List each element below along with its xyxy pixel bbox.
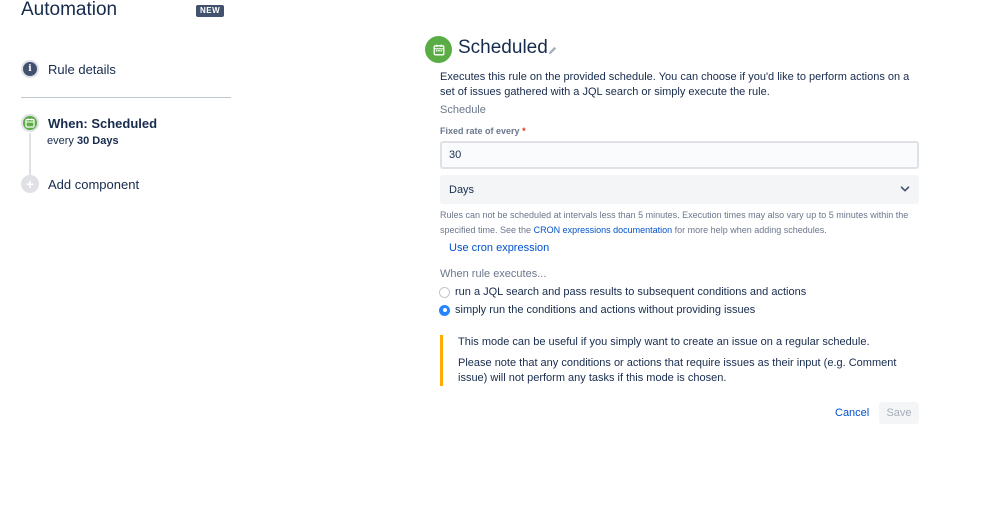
new-badge: NEW bbox=[196, 5, 225, 17]
cron-docs-link[interactable]: CRON expressions documentation bbox=[534, 225, 673, 235]
unit-select[interactable]: Days bbox=[440, 175, 919, 204]
radio-option-no-issues[interactable]: simply run the conditions and actions wi… bbox=[439, 304, 755, 316]
info-note: This mode can be useful if you simply wa… bbox=[440, 335, 920, 386]
trigger-summary-prefix: every bbox=[47, 135, 74, 147]
note-line-1: This mode can be useful if you simply wa… bbox=[458, 336, 870, 348]
add-component-label: Add component bbox=[48, 176, 140, 192]
panel-title: Scheduled bbox=[458, 37, 548, 58]
left-divider bbox=[21, 97, 231, 98]
unit-select-value: Days bbox=[449, 183, 475, 196]
nav-trigger-title: When: Scheduled bbox=[48, 115, 158, 131]
radio-option-label: simply run the conditions and actions wi… bbox=[455, 304, 756, 316]
help-text-part-2: for more help when adding schedules. bbox=[674, 225, 827, 235]
rate-input[interactable] bbox=[440, 141, 919, 169]
nav-rule-details-label: Rule details bbox=[48, 61, 116, 77]
radio-button[interactable] bbox=[439, 286, 450, 298]
trigger-summary-value: 30 Days bbox=[76, 135, 119, 147]
nav-rule-details[interactable]: i Rule details bbox=[21, 60, 116, 78]
nav-trigger-scheduled[interactable]: When: Scheduled bbox=[21, 114, 157, 132]
step-connector bbox=[29, 133, 31, 176]
panel-description: Executes this rule on the provided sched… bbox=[440, 71, 910, 98]
calendar-icon bbox=[425, 36, 452, 63]
chevron-down-icon bbox=[900, 181, 910, 199]
radio-option-jql[interactable]: run a JQL search and pass results to sub… bbox=[439, 286, 806, 298]
cancel-button[interactable]: Cancel bbox=[827, 402, 877, 424]
rate-field-label-text: Fixed rate of every bbox=[440, 126, 520, 136]
radio-button-selected[interactable] bbox=[439, 304, 450, 316]
add-component-button[interactable]: + Add component bbox=[21, 175, 139, 193]
note-line-2: Please note that any conditions or actio… bbox=[458, 357, 897, 384]
use-cron-expression-link[interactable]: Use cron expression bbox=[449, 242, 549, 254]
schedule-help-text: Rules can not be scheduled at intervals … bbox=[440, 208, 920, 238]
schedule-section-label: Schedule bbox=[440, 104, 486, 116]
plus-icon: + bbox=[21, 175, 39, 193]
calendar-icon bbox=[21, 114, 39, 132]
required-mark: * bbox=[522, 126, 526, 136]
pencil-icon[interactable] bbox=[547, 43, 558, 61]
save-button[interactable]: Save bbox=[879, 402, 919, 424]
execute-mode-label: When rule executes... bbox=[440, 268, 547, 280]
info-icon: i bbox=[21, 60, 39, 78]
rate-field-label: Fixed rate of every * bbox=[440, 126, 526, 136]
radio-option-label: run a JQL search and pass results to sub… bbox=[455, 286, 807, 298]
app-title: Automation bbox=[21, 0, 118, 20]
trigger-summary: every 30 Days bbox=[47, 135, 119, 147]
